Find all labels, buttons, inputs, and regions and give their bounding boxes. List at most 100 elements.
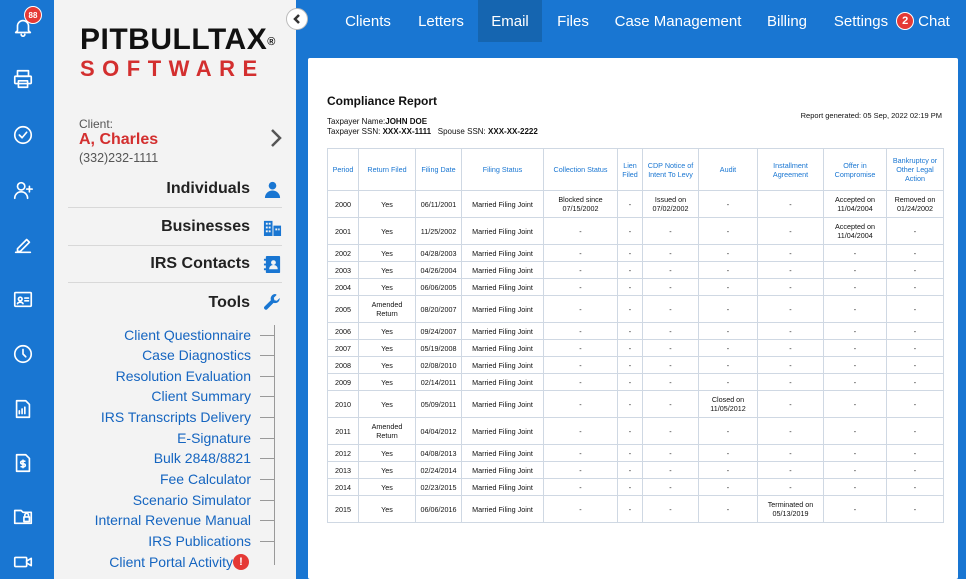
table-cell: -: [543, 495, 618, 523]
tool-e-signature[interactable]: E-Signature: [177, 430, 251, 446]
tab-billing[interactable]: Billing: [758, 0, 816, 42]
printer-icon[interactable]: [11, 67, 35, 91]
column-header: Period: [327, 148, 359, 191]
tool-connector: [260, 500, 274, 501]
tool-connector: [260, 376, 274, 377]
tab-clients[interactable]: Clients: [334, 0, 402, 42]
table-cell: -: [698, 190, 758, 218]
tab-files[interactable]: Files: [548, 0, 598, 42]
table-cell: -: [886, 356, 944, 374]
table-cell: 05/19/2008: [415, 339, 462, 357]
table-cell: Blocked since 07/15/2002: [543, 190, 618, 218]
report-icon[interactable]: [11, 397, 35, 421]
notification-count-badge: 88: [24, 6, 42, 24]
table-cell: -: [886, 244, 944, 262]
report-generated-date: Report generated: 05 Sep, 2022 02:19 PM: [800, 111, 942, 120]
table-cell: Amended Return: [358, 295, 416, 323]
chevron-right-icon[interactable]: [270, 128, 282, 148]
tool-connector: [260, 520, 274, 521]
table-cell: Yes: [358, 495, 416, 523]
table-cell: Yes: [358, 322, 416, 340]
table-cell: Married Filing Joint: [461, 444, 544, 462]
logo-wordmark: PITBULLTAX: [80, 23, 268, 56]
invoice-icon[interactable]: [11, 451, 35, 475]
tool-bulk-2848-8821[interactable]: Bulk 2848/8821: [154, 450, 251, 466]
table-cell: -: [698, 217, 758, 245]
clock-icon[interactable]: [11, 342, 35, 366]
table-cell: -: [823, 417, 887, 445]
tool-case-diagnostics[interactable]: Case Diagnostics: [142, 347, 251, 363]
table-cell: 04/08/2013: [415, 444, 462, 462]
table-cell: -: [642, 244, 699, 262]
tab-chat[interactable]: 2 Chat: [894, 0, 952, 42]
table-cell: -: [698, 478, 758, 496]
table-cell: Married Filing Joint: [461, 190, 544, 218]
tool-internal-revenue-manual[interactable]: Internal Revenue Manual: [95, 512, 251, 528]
tab-case-management[interactable]: Case Management: [610, 0, 746, 42]
table-cell: -: [886, 478, 944, 496]
tool-client-portal-activity[interactable]: Client Portal Activity: [109, 554, 233, 570]
section-businesses[interactable]: Businesses: [68, 209, 282, 246]
table-cell: Married Filing Joint: [461, 295, 544, 323]
alert-icon: !: [233, 554, 249, 570]
taxpayer-name: JOHN DOE: [385, 117, 428, 126]
table-cell: -: [543, 373, 618, 391]
table-cell: -: [543, 295, 618, 323]
table-cell: -: [698, 295, 758, 323]
table-cell: -: [757, 217, 824, 245]
edit-icon[interactable]: [11, 233, 35, 257]
check-circle-icon[interactable]: [11, 123, 35, 147]
table-cell: 2015: [327, 495, 359, 523]
table-cell: -: [757, 295, 824, 323]
table-cell: Married Filing Joint: [461, 217, 544, 245]
table-cell: -: [543, 261, 618, 279]
table-cell: -: [823, 373, 887, 391]
tab-settings[interactable]: Settings: [830, 0, 892, 42]
table-cell: -: [642, 278, 699, 296]
table-cell: Yes: [358, 278, 416, 296]
section-irs-contacts[interactable]: IRS Contacts: [68, 246, 282, 283]
table-cell: -: [823, 478, 887, 496]
lock-folder-icon[interactable]: [11, 504, 35, 528]
table-cell: 02/14/2011: [415, 373, 462, 391]
tab-letters[interactable]: Letters: [408, 0, 474, 42]
table-row: 2000 Yes 06/11/2001 Married Filing Joint Blo…: [327, 190, 944, 218]
section-individuals[interactable]: Individuals: [68, 171, 282, 208]
tab-email[interactable]: Email: [478, 0, 542, 42]
video-icon[interactable]: [11, 550, 35, 574]
table-cell: Married Filing Joint: [461, 461, 544, 479]
table-cell: -: [757, 444, 824, 462]
table-cell: -: [698, 244, 758, 262]
id-card-icon[interactable]: [11, 287, 35, 311]
client-name[interactable]: A, Charles: [79, 131, 158, 149]
table-cell: 09/24/2007: [415, 322, 462, 340]
table-cell: -: [886, 373, 944, 391]
table-cell: -: [617, 417, 643, 445]
tool-irs-publications[interactable]: IRS Publications: [148, 533, 251, 549]
table-cell: 04/04/2012: [415, 417, 462, 445]
collapse-sidebar-button[interactable]: [286, 8, 308, 30]
column-header: Lien Filed: [617, 148, 643, 191]
tool-irs-transcripts-delivery[interactable]: IRS Transcripts Delivery: [101, 409, 251, 425]
tool-scenario-simulator[interactable]: Scenario Simulator: [133, 492, 251, 508]
table-cell: -: [757, 322, 824, 340]
tool-resolution-evaluation[interactable]: Resolution Evaluation: [116, 368, 251, 384]
add-user-icon[interactable]: [11, 178, 35, 202]
tool-client-questionnaire[interactable]: Client Questionnaire: [124, 327, 251, 343]
chat-count-badge: 2: [896, 12, 915, 30]
tool-client-summary[interactable]: Client Summary: [151, 388, 251, 404]
taxpayer-ssn: XXX-XX-1111: [382, 127, 432, 136]
table-cell: -: [617, 190, 643, 218]
table-cell: Married Filing Joint: [461, 356, 544, 374]
table-cell: Issued on 07/02/2002: [642, 190, 699, 218]
icon-rail: 88: [0, 0, 54, 579]
tool-fee-calculator[interactable]: Fee Calculator: [160, 471, 251, 487]
taxpayer-name-line: Taxpayer Name:JOHN DOE: [327, 117, 427, 126]
report-title: Compliance Report: [327, 94, 438, 108]
compliance-report-panel: Compliance Report Taxpayer Name:JOHN DOE…: [308, 58, 958, 579]
table-cell: -: [886, 495, 944, 523]
column-header: Collection Status: [543, 148, 618, 191]
section-tools[interactable]: Tools: [68, 284, 282, 321]
spouse-ssn: XXX-XX-2222: [488, 127, 538, 136]
table-cell: -: [617, 461, 643, 479]
